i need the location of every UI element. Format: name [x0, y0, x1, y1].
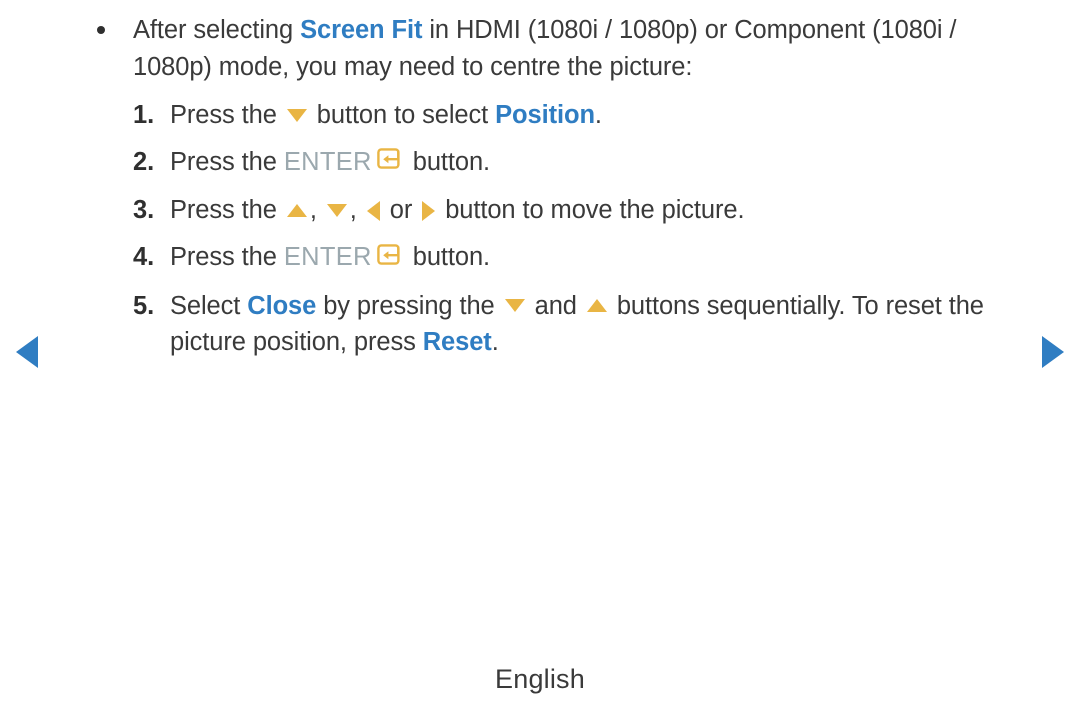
- reset-term: Reset: [422, 327, 492, 356]
- list-item: 1. Press the button to select Position.: [0, 97, 1080, 133]
- steps-list: 1. Press the button to select Position. …: [0, 97, 1080, 360]
- arrow-up-icon: [586, 299, 607, 313]
- bullet-point-icon: [97, 26, 105, 34]
- step-text: Press the ENTER button.: [170, 239, 1000, 276]
- step-text: Press the button to select Position.: [170, 97, 1000, 133]
- list-item: 4. Press the ENTER button.: [0, 239, 1080, 276]
- arrow-down-icon: [286, 108, 307, 122]
- step-number: 4.: [133, 243, 155, 272]
- list-item: 3. Press the , , or button to move the p…: [0, 192, 1080, 228]
- step3-sep2: ,: [349, 196, 364, 225]
- bullet-text-lead: After selecting: [133, 16, 301, 44]
- step4-lead: Press the: [170, 243, 284, 272]
- arrow-up-icon: [286, 204, 307, 218]
- triangle-right-icon[interactable]: [1042, 336, 1064, 368]
- step5-b: by pressing the: [316, 291, 502, 320]
- enter-label: ENTER: [283, 243, 372, 272]
- step-text: Select Close by pressing the and buttons…: [170, 288, 1000, 360]
- step3-tail: button to move the picture.: [438, 196, 745, 225]
- list-item: 2. Press the ENTER button.: [0, 144, 1080, 181]
- arrow-right-icon: [422, 200, 436, 221]
- step-text: Press the ENTER button.: [170, 144, 1000, 181]
- arrow-left-icon: [366, 200, 380, 221]
- step1-lead: Press the: [170, 101, 284, 129]
- step5-e: .: [491, 327, 499, 356]
- arrow-down-icon: [326, 204, 347, 218]
- list-item: 5. Select Close by pressing the and butt…: [0, 288, 1080, 360]
- language-footer: English: [495, 664, 585, 694]
- position-term: Position: [495, 101, 595, 129]
- step1-tail: .: [594, 101, 602, 129]
- step-text: Press the , , or button to move the pict…: [170, 192, 1000, 228]
- triangle-left-icon[interactable]: [16, 336, 38, 368]
- arrow-down-icon: [504, 299, 525, 313]
- step1-mid: button to select: [309, 101, 496, 129]
- bullet-paragraph: After selecting Screen Fit in HDMI (1080…: [0, 12, 1080, 86]
- step-number: 1.: [133, 101, 155, 129]
- step3-sep1: ,: [309, 196, 324, 225]
- step2-lead: Press the: [170, 148, 284, 176]
- close-term: Close: [247, 291, 317, 320]
- step5-lead: Select: [170, 291, 248, 320]
- step-number: 3.: [133, 196, 155, 225]
- help-page: After selecting Screen Fit in HDMI (1080…: [0, 0, 1080, 705]
- step3-lead: Press the: [170, 196, 284, 225]
- screen-fit-term: Screen Fit: [300, 16, 423, 44]
- step4-tail: button.: [405, 243, 491, 272]
- step2-tail: button.: [405, 148, 491, 176]
- enter-label: ENTER: [283, 148, 372, 176]
- enter-key-icon: [376, 239, 403, 275]
- step-number: 2.: [133, 148, 155, 176]
- step-number: 5.: [133, 291, 155, 320]
- step5-c: and: [527, 291, 584, 320]
- content-area: After selecting Screen Fit in HDMI (1080…: [0, 12, 1080, 360]
- enter-key-icon: [376, 143, 403, 179]
- step3-or: or: [382, 196, 420, 225]
